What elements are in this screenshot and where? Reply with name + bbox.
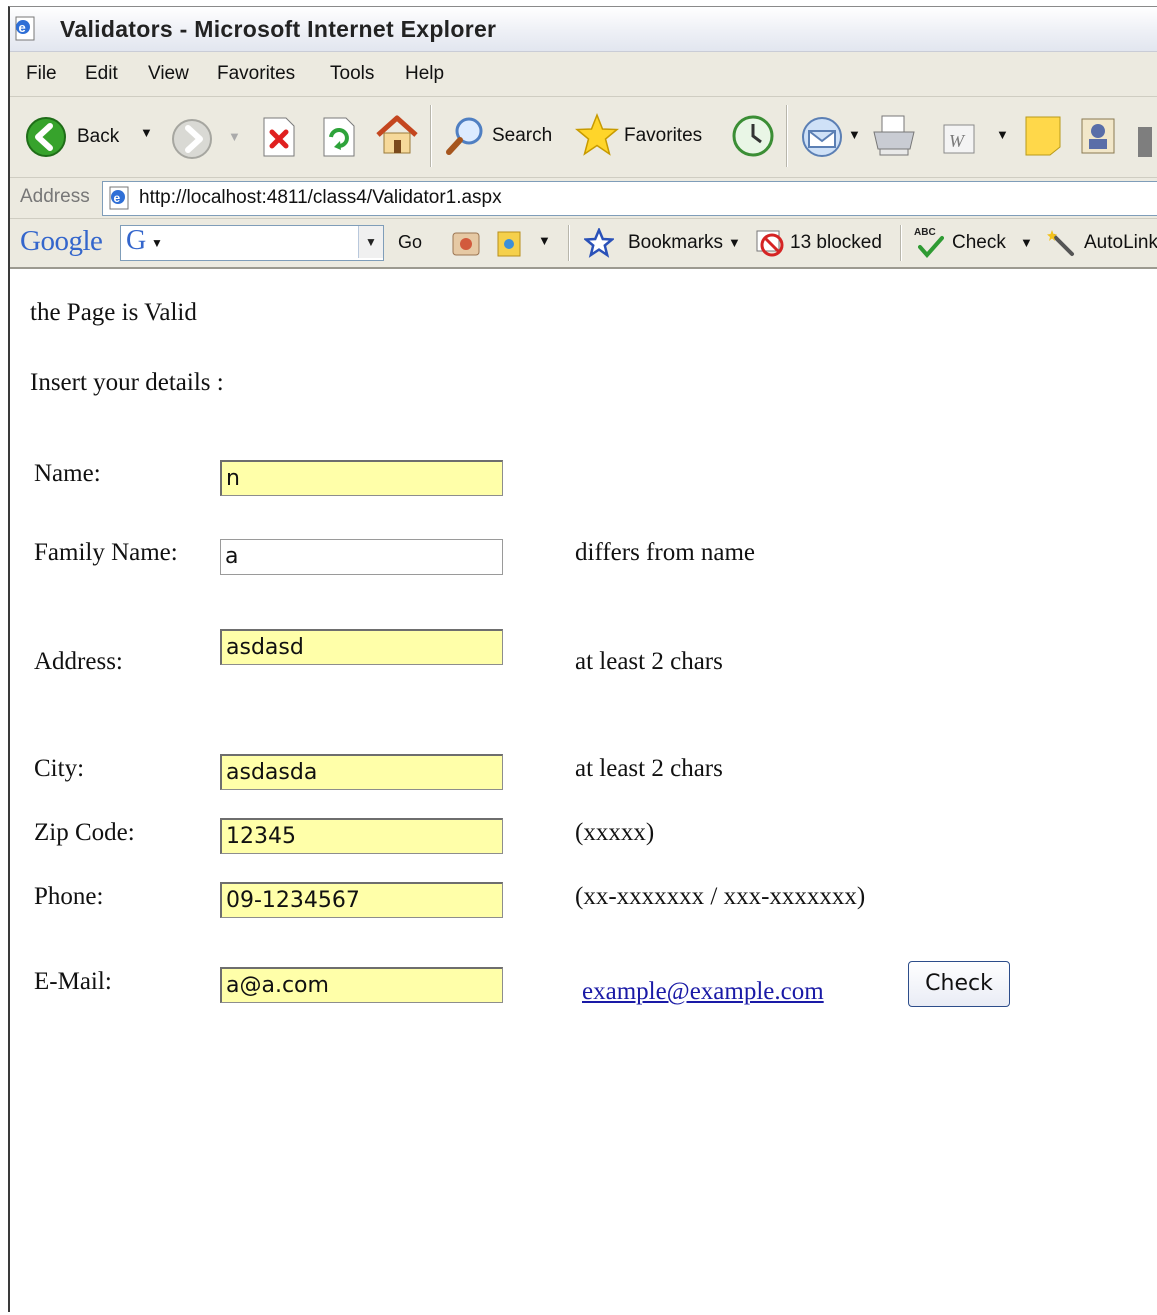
menu-file[interactable]: File: [26, 63, 57, 85]
google-search-combo[interactable]: G ▼ ▼: [120, 225, 384, 261]
word-edit-icon[interactable]: W: [940, 119, 980, 159]
google-go-button[interactable]: Go: [398, 232, 422, 253]
address-input[interactable]: e http://localhost:4811/class4/Validator…: [102, 181, 1157, 216]
google-toolbar: Google G ▼ ▼ Go ▼ Bookmarks ▼ 13 blocked…: [10, 219, 1157, 269]
print-icon[interactable]: [870, 113, 918, 159]
email-label: E-Mail:: [34, 968, 112, 995]
phone-label: Phone:: [34, 883, 104, 910]
google-search-dropdown-icon[interactable]: ▼: [358, 226, 383, 258]
forward-dropdown-icon[interactable]: ▼: [228, 129, 241, 144]
name-input[interactable]: n: [220, 460, 503, 496]
back-button[interactable]: Back ▼: [22, 113, 162, 161]
toolbar-separator: [430, 105, 432, 167]
validation-status: the Page is Valid: [30, 299, 197, 326]
address-field-input[interactable]: asdasd: [220, 629, 503, 665]
bookmarks-star-icon: [584, 228, 614, 258]
back-dropdown-icon[interactable]: ▼: [140, 125, 153, 140]
ie-page-icon: e: [15, 16, 35, 41]
standard-toolbar: Back ▼ ▼ Search Favorites ▼ W ▼: [10, 97, 1157, 178]
toolbar-separator: [900, 225, 902, 261]
address-url: http://localhost:4811/class4/Validator1.…: [139, 187, 502, 208]
autolink-label: AutoLink: [1084, 232, 1157, 253]
address-field-label: Address:: [34, 648, 123, 675]
favorites-label: Favorites: [624, 125, 703, 146]
menu-favorites[interactable]: Favorites: [217, 63, 295, 85]
family-name-hint: differs from name: [575, 539, 756, 566]
family-name-input[interactable]: a: [220, 539, 503, 575]
google-g-dropdown-icon: ▼: [151, 236, 163, 250]
form-intro: Insert your details :: [30, 369, 224, 396]
bookmarks-label: Bookmarks: [628, 232, 724, 253]
zip-label: Zip Code:: [34, 819, 135, 846]
messenger-icon[interactable]: [1078, 113, 1122, 159]
svg-text:W: W: [949, 131, 966, 151]
check-label: Check: [952, 232, 1006, 253]
phone-input[interactable]: 09-1234567: [220, 882, 503, 918]
toolbar-separator: [568, 225, 570, 261]
autolink-wand-icon: [1047, 230, 1074, 256]
ie-page-icon: e: [109, 186, 129, 210]
menu-edit[interactable]: Edit: [85, 63, 118, 85]
menu-help[interactable]: Help: [405, 63, 444, 85]
svg-text:e: e: [19, 20, 26, 35]
address-field-hint: at least 2 chars: [575, 648, 723, 675]
bookmarks-dropdown-icon: ▼: [728, 235, 741, 250]
history-icon[interactable]: [730, 113, 776, 159]
google-g-icon: G: [126, 225, 147, 256]
check-button[interactable]: Check: [908, 961, 1010, 1007]
page-content: the Page is Valid Insert your details : …: [10, 269, 1157, 1312]
edit-dropdown-icon[interactable]: ▼: [996, 127, 1009, 142]
zip-input[interactable]: 12345: [220, 818, 503, 854]
stop-icon[interactable]: [260, 115, 298, 159]
autolink-button[interactable]: AutoLink: [1046, 225, 1157, 261]
options-dropdown-icon[interactable]: ▼: [538, 233, 551, 248]
search-icon: [446, 117, 483, 155]
address-label: Address: [20, 186, 90, 207]
options-icon[interactable]: [492, 227, 528, 261]
mail-icon[interactable]: [800, 115, 844, 159]
check-dropdown-icon: ▼: [1020, 235, 1033, 250]
title-bar: e Validators - Microsoft Internet Explor…: [10, 7, 1157, 52]
favorites-button[interactable]: Favorites: [574, 111, 724, 161]
city-input[interactable]: asdasda: [220, 754, 503, 790]
phone-hint: (xx-xxxxxxx / xxx-xxxxxxx): [575, 883, 866, 910]
city-label: City:: [34, 755, 85, 782]
search-label: Search: [492, 125, 553, 146]
news-icon[interactable]: [448, 227, 484, 261]
forward-arrow-icon[interactable]: [170, 117, 214, 161]
toolbar-separator: [786, 105, 788, 167]
svg-text:e: e: [114, 191, 121, 205]
zip-hint: (xxxxx): [575, 819, 655, 846]
google-g-button[interactable]: G ▼: [123, 225, 167, 258]
home-icon[interactable]: [374, 113, 420, 159]
spellcheck-button[interactable]: ABC Check ▼: [914, 225, 1034, 261]
address-bar: Address e http://localhost:4811/class4/V…: [10, 178, 1157, 219]
popup-blocker-button[interactable]: 13 blocked: [754, 225, 894, 261]
browser-window: e Validators - Microsoft Internet Explor…: [8, 6, 1157, 1312]
toolbar-overflow-icon[interactable]: [1138, 127, 1152, 157]
spellcheck-check-icon: [918, 236, 944, 259]
menu-view[interactable]: View: [148, 63, 189, 85]
email-input[interactable]: a@a.com: [220, 967, 503, 1003]
email-example-link[interactable]: example@example.com: [582, 978, 824, 1006]
google-logo: Google: [20, 225, 103, 257]
refresh-icon[interactable]: [320, 115, 358, 159]
star-icon: [574, 112, 620, 156]
bookmarks-button[interactable]: Bookmarks ▼: [584, 225, 744, 261]
search-button[interactable]: Search: [444, 111, 564, 161]
menu-bar: File Edit View Favorites Tools Help: [10, 52, 1157, 97]
back-label: Back: [77, 126, 120, 147]
popup-blocked-icon: [756, 230, 784, 257]
back-arrow-icon: [26, 117, 66, 157]
family-name-label: Family Name:: [34, 539, 178, 566]
window-title: Validators - Microsoft Internet Explorer: [60, 16, 497, 42]
city-hint: at least 2 chars: [575, 755, 723, 782]
blocked-count-label: 13 blocked: [790, 232, 882, 253]
mail-dropdown-icon[interactable]: ▼: [848, 127, 861, 142]
name-label: Name:: [34, 460, 101, 487]
notes-icon[interactable]: [1022, 113, 1066, 159]
menu-tools[interactable]: Tools: [330, 63, 374, 85]
